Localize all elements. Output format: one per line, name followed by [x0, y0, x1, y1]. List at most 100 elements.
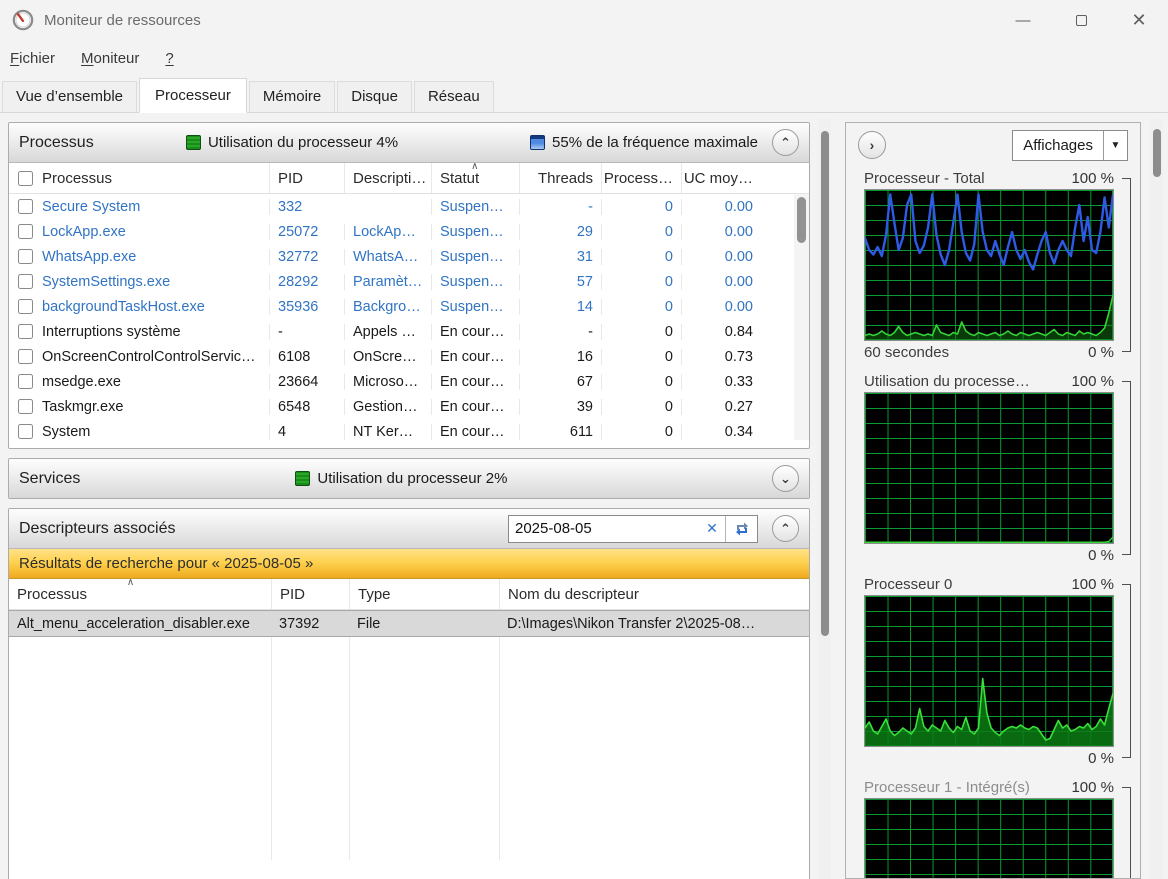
handles-column-header-0[interactable]: Processus ∧ — [9, 579, 271, 609]
legend-label: Utilisation du processeur 2% — [317, 470, 508, 487]
green-legend-icon — [295, 471, 311, 486]
tab-m-moire[interactable]: Mémoire — [248, 81, 336, 112]
table-row[interactable]: LockApp.exe 25072 LockAp… Suspen… 29 0 0.00 — [9, 219, 809, 244]
tab-vue-d-ensemble[interactable]: Vue d’ensemble — [2, 81, 138, 112]
process-name: Secure System — [42, 198, 141, 215]
column-header-5[interactable]: Process… — [601, 163, 681, 193]
collapse-processes-button[interactable]: ⌃ — [772, 129, 799, 156]
column-header-0[interactable]: Processus — [9, 163, 269, 193]
row-checkbox[interactable] — [18, 249, 33, 264]
row-checkbox[interactable] — [18, 299, 33, 314]
column-header-label: Nom du descripteur — [508, 585, 639, 603]
row-checkbox[interactable] — [18, 224, 33, 239]
column-header-1[interactable]: PID — [269, 163, 344, 193]
graph-header: Processeur 1 - Intégré(s) 100 % — [864, 776, 1114, 798]
tab-r-seau[interactable]: Réseau — [413, 81, 494, 112]
graph-0: Processeur - Total 100 % 60 secondes 0 % — [846, 167, 1140, 363]
table-row[interactable]: Interruptions système - Appels … En cour… -0… — [9, 319, 809, 344]
handles-panel: Descripteurs associés ✕ ⌃ Résultats de r… — [8, 508, 810, 879]
column-header-label: PID — [278, 169, 304, 187]
chevron-right-icon: › — [869, 137, 875, 153]
process-name: SystemSettings.exe — [42, 273, 171, 290]
process-name-cell: Secure System — [9, 199, 269, 215]
table-row[interactable]: OnScreenControlControlServic… 6108 OnScre…… — [9, 344, 809, 369]
threads-cell: 14 — [519, 298, 601, 315]
processes-table-scrollbar[interactable] — [794, 194, 809, 440]
title-bar: Moniteur de ressources — ✕ — [0, 0, 1168, 40]
row-checkbox[interactable] — [18, 374, 33, 389]
services-panel-title: Services — [19, 469, 81, 487]
handles-panel-header[interactable]: Descripteurs associés ✕ ⌃ — [9, 509, 809, 549]
graph-min-label: 0 % — [1088, 546, 1114, 564]
expand-services-button[interactable]: ⌄ — [772, 465, 799, 492]
table-row[interactable]: Taskmgr.exe 6548 Gestion… En cour… 39 0 0.27 — [9, 394, 809, 419]
column-header-4[interactable]: Threads — [519, 163, 601, 193]
pid-cell: 6548 — [269, 398, 344, 415]
table-row[interactable]: System 4 NT Ker… En cour… 611 0 0.34 — [9, 419, 809, 440]
row-checkbox[interactable] — [18, 199, 33, 214]
threads-cell: 31 — [519, 248, 601, 265]
column-header-label: Process… — [603, 169, 673, 187]
handles-column-header-1[interactable]: PID — [271, 579, 349, 609]
column-header-2[interactable]: Descripti… — [344, 163, 431, 193]
window-scrollbar-thumb[interactable] — [1152, 129, 1161, 177]
pid-cell: 32772 — [269, 248, 344, 265]
description-cell: LockAp… — [344, 223, 431, 240]
avg-cpu-cell: 0.00 — [681, 273, 761, 290]
handles-column-header-2[interactable]: Type — [349, 579, 499, 609]
services-panel: Services Utilisation du processeur 2% ⌄ — [8, 458, 810, 499]
process-name-cell: OnScreenControlControlServic… — [9, 349, 269, 365]
select-all-checkbox[interactable] — [18, 170, 33, 186]
processes-scrollbar-thumb[interactable] — [797, 197, 806, 243]
window-scrollbar[interactable] — [1150, 119, 1163, 879]
row-checkbox[interactable] — [18, 399, 33, 414]
handles-table-header[interactable]: Processus ∧ PID Type Nom du descripteur — [9, 579, 809, 610]
table-row[interactable]: backgroundTaskHost.exe 35936 Backgro… Suspe… — [9, 294, 809, 319]
column-header-3[interactable]: Statut ∧ — [431, 163, 519, 193]
table-row[interactable]: WhatsApp.exe 32772 WhatsA… Suspen… 31 0 0.00 — [9, 244, 809, 269]
process-name: Taskmgr.exe — [42, 398, 124, 415]
row-checkbox[interactable] — [18, 349, 33, 364]
handles-search-input[interactable] — [509, 515, 699, 542]
process-name: WhatsApp.exe — [42, 248, 137, 265]
threads-cell: 29 — [519, 223, 601, 240]
handles-table-row[interactable]: Alt_menu_acceleration_disabler.exe 37392 F… — [9, 610, 809, 637]
left-pane-scrollbar[interactable] — [818, 119, 831, 879]
graph-scale-bracket — [1122, 584, 1131, 758]
menu-item-?[interactable]: ? — [165, 50, 173, 67]
views-dropdown-button[interactable]: Affichages ▼ — [1012, 129, 1128, 161]
process-name: OnScreenControlControlServic… — [42, 348, 256, 365]
process-name-cell: msedge.exe — [9, 374, 269, 390]
left-pane-scrollbar-thumb[interactable] — [820, 131, 829, 636]
menu-item-moniteur[interactable]: Moniteur — [81, 50, 139, 67]
avg-cpu-cell: 0.00 — [681, 198, 761, 215]
avg-cpu-cell: 0.00 — [681, 223, 761, 240]
minimize-button[interactable]: — — [994, 0, 1052, 40]
processes-panel-header[interactable]: Processus Utilisation du processeur 4% 55… — [9, 123, 809, 163]
table-row[interactable]: Secure System 332 Suspen… -0 0.00 — [9, 194, 809, 219]
processor-cell: 0 — [601, 248, 681, 265]
description-cell: Microso… — [344, 373, 431, 390]
refresh-search-button[interactable] — [725, 515, 757, 542]
row-checkbox[interactable] — [18, 424, 33, 439]
tab-processeur[interactable]: Processeur — [139, 78, 247, 113]
close-button[interactable]: ✕ — [1110, 0, 1168, 40]
expand-graphs-button[interactable]: › — [858, 131, 886, 159]
row-checkbox[interactable] — [18, 274, 33, 289]
maximize-button[interactable] — [1052, 0, 1110, 40]
handles-column-header-3[interactable]: Nom du descripteur — [499, 579, 809, 609]
collapse-handles-button[interactable]: ⌃ — [772, 515, 799, 542]
threads-cell: 611 — [519, 423, 601, 440]
clear-search-icon[interactable]: ✕ — [699, 520, 725, 537]
column-header-6[interactable]: UC moy… — [681, 163, 761, 193]
status-cell: Suspen… — [431, 298, 519, 315]
menu-item-fichier[interactable]: Fichier — [10, 50, 55, 67]
status-cell: Suspen… — [431, 223, 519, 240]
table-row[interactable]: msedge.exe 23664 Microso… En cour… 67 0 0.33 — [9, 369, 809, 394]
row-checkbox[interactable] — [18, 324, 33, 339]
processes-legend: Utilisation du processeur 4% 55% de la fr… — [185, 134, 758, 151]
tab-disque[interactable]: Disque — [337, 81, 412, 112]
services-panel-header[interactable]: Services Utilisation du processeur 2% ⌄ — [9, 459, 809, 498]
processes-table-header[interactable]: Processus PID Descripti… Statut ∧ Threads Proc… — [9, 163, 809, 194]
table-row[interactable]: SystemSettings.exe 28292 Paramèt… Suspen… 57… — [9, 269, 809, 294]
